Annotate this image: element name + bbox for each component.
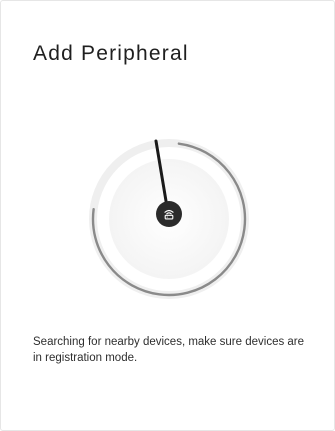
peripheral-dialog: Add Peripheral Searching for nearby devi… xyxy=(0,0,335,431)
router-icon xyxy=(164,209,174,220)
router-button[interactable] xyxy=(156,201,182,227)
page-title: Add Peripheral xyxy=(33,42,189,65)
search-status-text: Searching for nearby devices, make sure … xyxy=(33,336,305,364)
